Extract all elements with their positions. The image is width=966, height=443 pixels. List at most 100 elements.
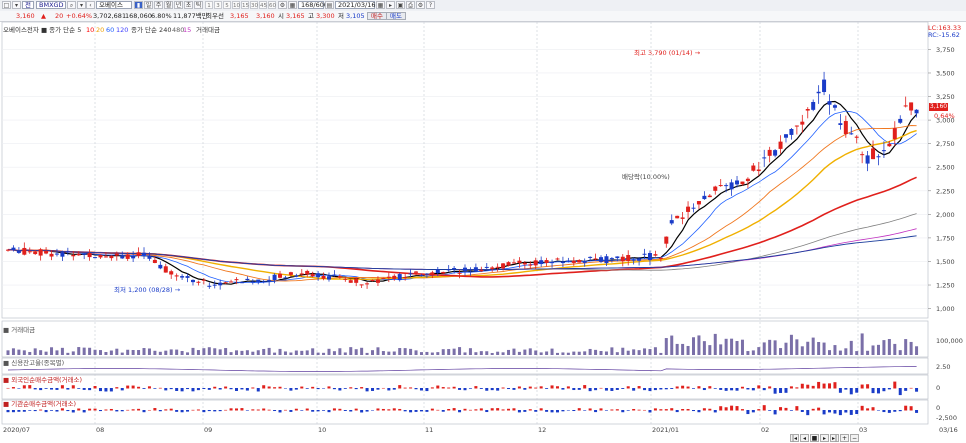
period-10[interactable]: 10 [232,1,240,9]
first-icon[interactable]: |◂ [790,434,799,442]
foreign-bar [55,388,59,390]
candle-body [310,273,315,277]
volume-bar [550,348,554,355]
tick-tab[interactable]: 초 [184,1,193,9]
volume-bar [93,349,97,355]
volume-bar [115,348,119,355]
volume-bar [447,349,451,355]
volume-bar [109,350,113,355]
foreign-bar [637,386,641,389]
institution-bar [365,410,369,412]
candle-body [305,270,310,275]
foreign-bar [915,388,919,392]
last-icon[interactable]: ▸| [830,434,839,442]
candle-body [71,254,76,257]
menu-icon[interactable]: □ [2,1,11,9]
candle-body [560,261,565,264]
period-5[interactable]: 5 [223,1,231,9]
calendar-icon[interactable]: ▦ [376,1,385,9]
volume-bar [218,349,222,355]
candle-body [131,256,136,259]
chevron-down-icon[interactable]: ▾ [12,1,21,9]
day-tab[interactable]: 일 [144,1,153,9]
institution-bar [354,408,358,411]
candle-body [479,269,484,272]
candle-body [484,266,489,268]
institution-bar [213,410,217,412]
volume-bar [664,338,668,355]
foreign-bar [822,383,826,389]
volume-bar [131,350,135,355]
institution-bar [218,410,222,412]
period-1[interactable]: 1 [205,1,213,9]
candle-body [865,155,870,164]
grid-icon[interactable]: ▦ [288,1,297,9]
zoom-in-icon[interactable]: + [840,434,849,442]
volume-bar [811,337,815,355]
foreign-bar [153,388,157,389]
period-3[interactable]: 3 [214,1,222,9]
volume-bar [507,349,511,355]
volume-bar [430,352,434,355]
foreign-bar [517,386,521,389]
copy-icon[interactable]: ▣ [396,1,405,9]
institution-bar [898,410,902,412]
calendar-icon[interactable]: ▤ [325,1,334,9]
year-tab[interactable]: 년 [174,1,183,9]
month-tab[interactable]: 월 [164,1,173,9]
institution-bar [381,408,385,411]
chart-type-icon[interactable]: ▮ [134,1,143,9]
candle-body [82,253,87,255]
institution-bar [822,410,826,415]
week-tab[interactable]: 주 [154,1,163,9]
period-45[interactable]: 45 [259,1,267,9]
search-icon[interactable]: ⌕ [67,1,76,9]
next-icon[interactable]: ▸ [820,434,829,442]
volume-bar [349,347,353,355]
foreign-bar [387,388,391,391]
period-30[interactable]: 30 [250,1,258,9]
candle-body [740,181,745,185]
zoom-out-icon[interactable]: − [850,434,859,442]
help-icon[interactable]: ? [426,1,435,9]
print-icon[interactable]: ⎙ [406,1,415,9]
volume-bar [289,352,293,355]
institution-bar [71,410,75,413]
institution-bar [376,408,380,411]
scroll-navigator[interactable]: |◂ ◂ ■ ▸ ▸| + − [790,433,860,442]
stock-name-field[interactable]: 오베이스 [96,1,132,9]
prev-icon[interactable]: ‹ [86,1,95,9]
institution-bar [463,408,467,411]
sell-button[interactable]: 매도 [386,12,406,20]
settings-icon[interactable]: ⚙ [278,1,287,9]
candle-body [609,258,614,260]
volume-bar [360,347,364,355]
stop-icon[interactable]: ■ [810,434,819,442]
volume-bar [539,352,543,355]
foreign-bar [789,386,793,389]
volume-panel [1,320,929,358]
period-60[interactable]: 60 [268,1,276,9]
volume-bar [251,351,255,355]
candle-body [838,123,843,126]
date-field[interactable]: 2021/03/16 [335,1,375,9]
volume-bar [528,348,532,355]
gear-icon[interactable]: ⚙ [416,1,425,9]
query-icon[interactable]: ▸ [386,1,395,9]
legend-ma-60: 60 [106,26,115,34]
min-tab[interactable]: 틱 [194,1,203,9]
volume-bar [322,352,326,355]
count-field[interactable]: 168/600 [298,1,328,9]
institution-bar [180,410,184,413]
buy-button[interactable]: 매수 [367,12,387,20]
chevron-down-icon[interactable]: ▾ [77,1,86,9]
period-15[interactable]: 15 [241,1,249,9]
market-select[interactable]: 전 [22,1,34,9]
prev-icon[interactable]: ◂ [800,434,809,442]
legend-amount: 거래대금 [196,26,220,34]
x-tick-label: 11 [425,426,433,434]
foreign-bar [414,388,418,390]
stock-code-input[interactable]: BMXGD [36,1,66,9]
candle-body [190,279,195,283]
institution-bar [594,410,598,413]
